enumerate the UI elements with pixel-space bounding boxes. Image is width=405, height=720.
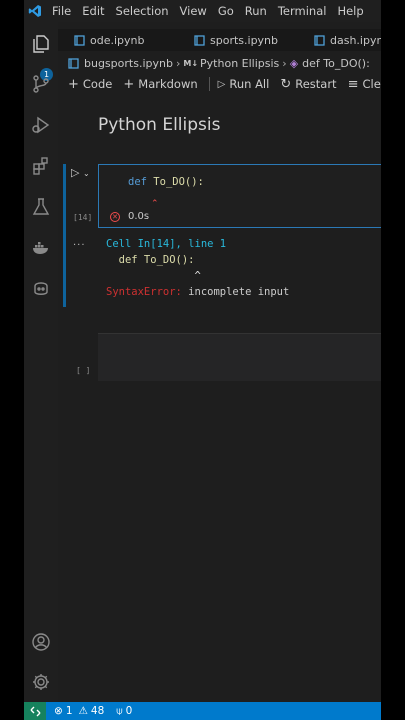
add-markdown-button[interactable]: + Markdown <box>123 77 197 92</box>
output-cell-ref: Cell In[14], line 1 <box>106 238 227 250</box>
tab-label: dash.ipynb <box>330 33 381 47</box>
editor-tabs: ode.ipynb sports.ipynb dash.ipynb <box>58 29 381 51</box>
source-control-icon[interactable] <box>29 72 53 96</box>
code-function: To_DO(): <box>153 176 204 188</box>
settings-gear-icon[interactable] <box>29 670 53 694</box>
menu-file[interactable]: File <box>52 4 71 18</box>
tab-dash[interactable]: dash.ipynb <box>298 29 381 51</box>
menu-edit[interactable]: Edit <box>82 4 104 18</box>
error-count: 1 <box>65 705 73 717</box>
remote-indicator-icon[interactable] <box>24 702 46 720</box>
menu-selection[interactable]: Selection <box>116 4 169 18</box>
explorer-icon[interactable] <box>29 32 53 56</box>
error-icon: ⊗ <box>54 705 63 717</box>
empty-code-cell[interactable] <box>98 333 381 381</box>
account-icon[interactable] <box>29 630 53 654</box>
menu-help[interactable]: Help <box>337 4 363 18</box>
notebook-icon <box>194 34 205 46</box>
tab-ode[interactable]: ode.ipynb <box>58 29 178 51</box>
run-all-button[interactable]: ▷ Run All <box>218 77 270 91</box>
error-squiggle-icon: ⌃ <box>151 199 159 209</box>
chevron-right-icon: › <box>282 56 287 70</box>
add-markdown-label: Markdown <box>138 77 198 91</box>
error-name: SyntaxError: <box>106 286 182 298</box>
broadcast-icon: ⍦ <box>116 704 123 717</box>
menu-go[interactable]: Go <box>218 4 234 18</box>
chevron-down-icon[interactable]: ⌄ <box>83 169 90 178</box>
chevron-right-icon: › <box>175 56 181 70</box>
tab-label: sports.ipynb <box>210 33 279 47</box>
symbol-method-icon: ◈ <box>289 56 299 70</box>
execution-count: [14] <box>73 213 93 222</box>
breadcrumb-file[interactable]: bugsports.ipynb <box>84 57 173 70</box>
extensions-icon[interactable] <box>29 154 53 178</box>
menu-view[interactable]: View <box>180 4 207 18</box>
add-code-label: Code <box>82 77 113 91</box>
menu-bar: File Edit Selection View Go Run Terminal… <box>24 0 381 22</box>
notebook-icon <box>314 34 325 46</box>
plus-icon: + <box>123 76 135 92</box>
restart-icon: ↻ <box>280 76 292 92</box>
tab-label: ode.ipynb <box>90 33 145 47</box>
vscode-window: File Edit Selection View Go Run Terminal… <box>24 0 381 720</box>
warning-count: 48 <box>90 705 105 717</box>
code-keyword: def <box>128 176 147 188</box>
run-all-label: Run All <box>229 77 270 91</box>
cell-output: Cell In[14], line 1 def To_DO(): ^ Syntax… <box>106 236 289 300</box>
error-message: incomplete input <box>181 286 290 298</box>
add-code-button[interactable]: + Code <box>68 77 112 92</box>
tab-sports[interactable]: sports.ipynb <box>178 29 298 51</box>
clear-outputs-button[interactable]: ≡ Clea <box>348 77 381 92</box>
breadcrumb-section[interactable]: Python Ellipsis <box>200 57 279 70</box>
output-more-button[interactable]: ... <box>73 237 86 248</box>
menu-run[interactable]: Run <box>245 4 267 18</box>
notebook-toolbar: + Code + Markdown ▷ Run All ↻ Restart ≡ … <box>68 75 381 93</box>
menu-terminal[interactable]: Terminal <box>278 4 327 18</box>
empty-execution-count: [ ] <box>76 366 91 375</box>
breadcrumb-symbol[interactable]: def To_DO(): <box>302 57 370 70</box>
vscode-logo-icon <box>24 0 46 22</box>
notebook-icon <box>74 34 85 46</box>
plus-icon: + <box>68 76 79 92</box>
ports-indicator[interactable]: ⍦ 0 <box>116 705 132 718</box>
markdown-icon: M↓ <box>183 58 199 68</box>
run-cell-button[interactable]: ▷ ⌄ <box>71 166 90 179</box>
restart-button[interactable]: ↻ Restart <box>280 77 336 92</box>
cell-status: ✕ 0.0s <box>110 211 149 222</box>
error-circle-icon: ✕ <box>110 211 120 222</box>
execution-duration: 0.0s <box>128 211 150 222</box>
code-line: def To_DO(): <box>128 176 204 188</box>
output-code-line: def To_DO(): <box>106 254 195 266</box>
clear-label: Clea <box>362 77 381 91</box>
activity-bar: 1 <box>24 22 58 702</box>
warning-icon: ⚠ <box>78 705 88 717</box>
run-debug-icon[interactable] <box>29 113 53 137</box>
clear-all-icon: ≡ <box>347 76 359 92</box>
copilot-icon[interactable] <box>29 276 53 300</box>
run-all-icon: ▷ <box>217 78 226 90</box>
testing-flask-icon[interactable] <box>29 195 53 219</box>
markdown-heading[interactable]: Python Ellipsis <box>98 115 220 135</box>
breadcrumb: bugsports.ipynb › M↓ Python Ellipsis › ◈… <box>68 55 370 71</box>
notebook-icon <box>68 57 79 69</box>
status-bar: ⊗ 1 ⚠ 48 ⍦ 0 <box>24 702 381 720</box>
toolbar-divider <box>208 77 210 91</box>
problems-indicator[interactable]: ⊗ 1 ⚠ 48 <box>54 705 104 717</box>
output-caret: ^ <box>106 270 201 282</box>
restart-label: Restart <box>295 77 337 91</box>
cell-focus-indicator <box>63 164 66 307</box>
output-error-line: SyntaxError: incomplete input <box>106 284 289 300</box>
docker-whale-icon[interactable] <box>29 236 53 260</box>
ports-count: 0 <box>125 705 133 717</box>
